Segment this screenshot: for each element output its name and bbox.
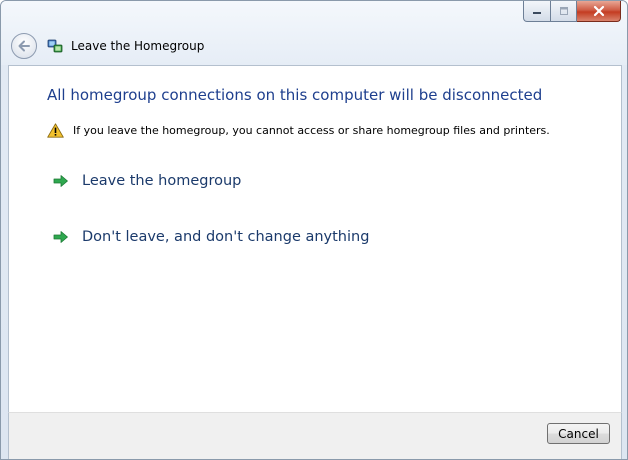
green-arrow-icon	[53, 175, 68, 187]
dont-leave-link[interactable]: Don't leave, and don't change anything	[53, 229, 369, 245]
back-arrow-icon	[18, 40, 30, 52]
close-button[interactable]	[577, 1, 621, 22]
button-bar: Cancel	[8, 412, 622, 459]
window-chrome: Leave the Homegroup	[1, 1, 627, 65]
leave-homegroup-link[interactable]: Leave the homegroup	[53, 173, 241, 189]
warning-text: If you leave the homegroup, you cannot a…	[73, 124, 550, 137]
minimize-icon	[533, 12, 541, 14]
navigation-bar: Leave the Homegroup	[11, 32, 204, 60]
minimize-button[interactable]	[523, 1, 551, 22]
main-instruction: All homegroup connections on this comput…	[47, 86, 543, 104]
dialog-window: Leave the Homegroup All homegroup connec…	[0, 0, 628, 460]
warning-message: If you leave the homegroup, you cannot a…	[47, 123, 550, 138]
back-button[interactable]	[11, 33, 37, 59]
close-icon	[593, 5, 604, 17]
cancel-button[interactable]: Cancel	[547, 423, 610, 444]
green-arrow-icon	[53, 231, 68, 243]
window-title: Leave the Homegroup	[71, 39, 205, 53]
dont-leave-label: Don't leave, and don't change anything	[82, 229, 370, 245]
homegroup-icon	[47, 39, 63, 53]
leave-homegroup-label: Leave the homegroup	[82, 173, 242, 189]
content-area: All homegroup connections on this comput…	[8, 65, 622, 413]
maximize-icon	[559, 7, 568, 15]
maximize-button[interactable]	[551, 1, 577, 22]
warning-icon	[47, 123, 64, 138]
caption-buttons	[523, 1, 621, 22]
